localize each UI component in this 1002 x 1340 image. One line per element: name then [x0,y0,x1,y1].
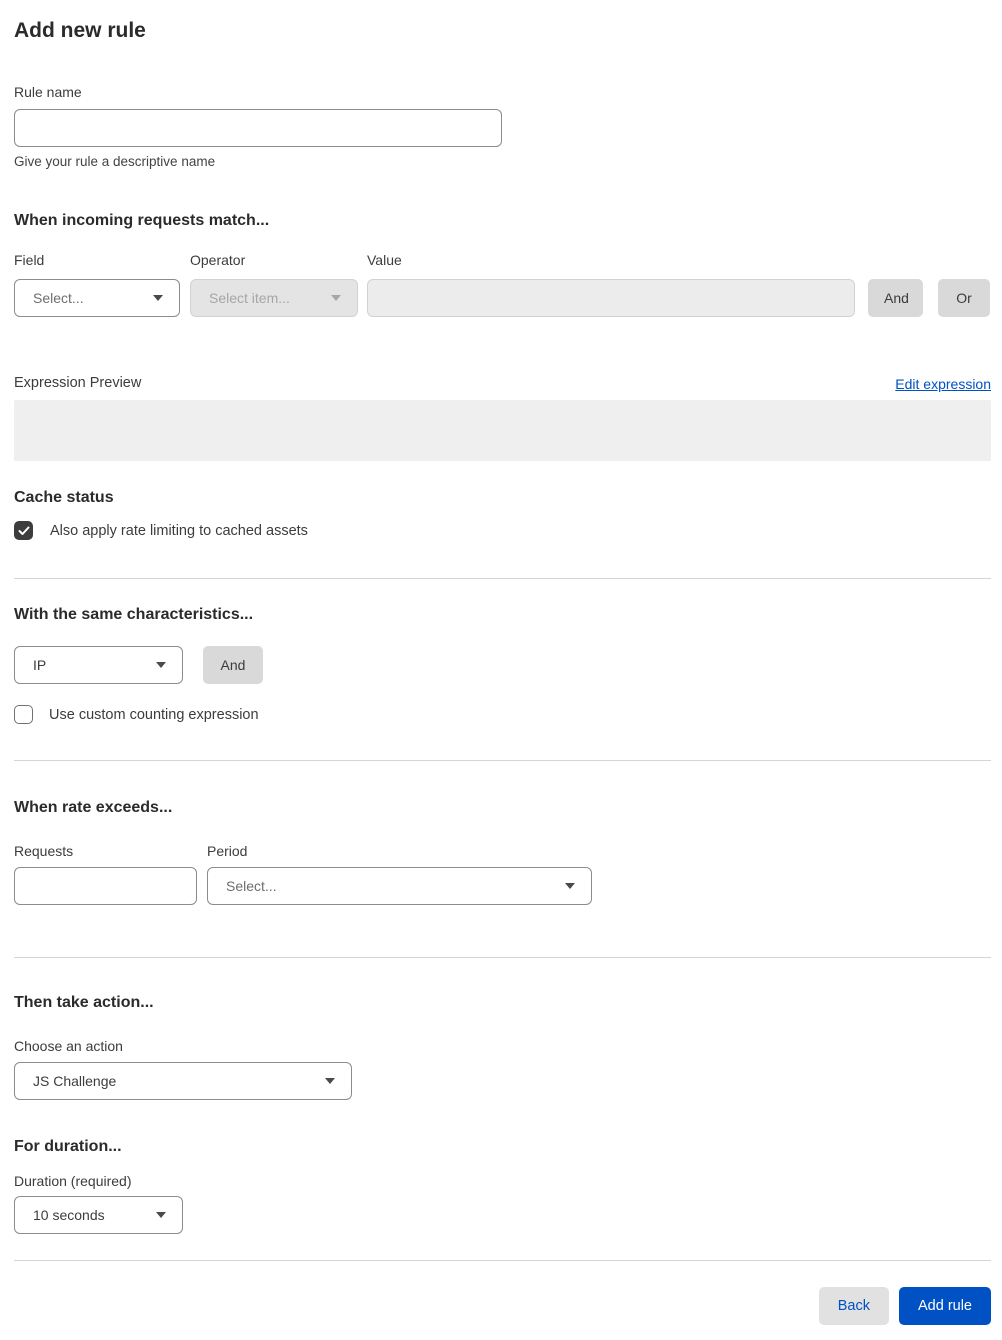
period-select-value: Select... [226,878,277,894]
counting-expression-checkbox-row: Use custom counting expression [14,705,991,724]
value-group: Value [367,252,855,317]
or-button[interactable]: Or [938,279,990,317]
chevron-down-icon [156,1212,166,1218]
back-button[interactable]: Back [818,1287,889,1325]
cached-assets-checkbox[interactable] [14,521,33,540]
add-new-rule-form: Add new rule Rule name Give your rule a … [0,0,1002,1325]
take-action-heading: Then take action... [14,994,154,1011]
and-button[interactable]: And [868,279,923,317]
field-group: Field Select... [14,252,180,317]
rule-name-group: Rule name Give your rule a descriptive n… [14,84,991,170]
rule-name-input[interactable] [14,109,502,147]
field-select-value: Select... [33,290,84,306]
rule-name-helper: Give your rule a descriptive name [14,154,216,169]
cached-assets-checkbox-label: Also apply rate limiting to cached asset… [50,522,308,539]
period-select[interactable]: Select... [207,867,592,905]
chevron-down-icon [331,295,341,301]
cache-status-heading: Cache status [14,489,114,506]
footer-divider [14,1260,991,1261]
action-select[interactable]: JS Challenge [14,1062,352,1100]
value-input[interactable] [367,279,855,317]
expression-preview-header: Expression Preview Edit expression [14,375,991,392]
rate-row: Requests Period Select... [14,843,991,905]
section-divider [14,957,991,958]
page-title: Add new rule [14,19,146,42]
add-rule-button[interactable]: Add rule [898,1287,991,1325]
section-divider [14,760,991,761]
chevron-down-icon [325,1078,335,1084]
cache-status-checkbox-row: Also apply rate limiting to cached asset… [14,521,991,540]
custom-counting-checkbox[interactable] [14,705,33,724]
footer-actions: Back Add rule [14,1287,991,1325]
check-icon [18,526,29,535]
chevron-down-icon [565,883,575,889]
duration-label: Duration (required) [14,1173,132,1189]
requests-label: Requests [14,843,74,859]
custom-counting-checkbox-label: Use custom counting expression [49,706,259,723]
characteristics-heading: With the same characteristics... [14,606,254,623]
match-section-heading: When incoming requests match... [14,212,270,229]
match-builder-row: Field Select... Operator Select item... … [14,252,991,317]
characteristic-select[interactable]: IP [14,646,183,684]
requests-input[interactable] [14,867,197,905]
period-group: Period Select... [207,843,592,905]
operator-group: Operator Select item... [190,252,358,317]
expression-preview-label: Expression Preview [14,375,142,391]
edit-expression-link[interactable]: Edit expression [895,376,991,392]
rate-exceeds-heading: When rate exceeds... [14,799,173,816]
period-label: Period [207,843,248,859]
operator-select-value: Select item... [209,290,290,306]
field-select[interactable]: Select... [14,279,180,317]
operator-select[interactable]: Select item... [190,279,358,317]
operator-label: Operator [190,252,246,268]
characteristic-select-value: IP [33,657,47,673]
choose-action-label: Choose an action [14,1038,123,1054]
action-select-value: JS Challenge [33,1073,117,1089]
chevron-down-icon [156,662,166,668]
duration-select[interactable]: 10 seconds [14,1196,183,1234]
value-label: Value [367,252,402,268]
field-label: Field [14,252,45,268]
rule-name-label: Rule name [14,84,82,100]
chevron-down-icon [153,295,163,301]
characteristics-and-button[interactable]: And [203,646,263,684]
requests-group: Requests [14,843,197,905]
for-duration-heading: For duration... [14,1138,122,1155]
duration-select-value: 10 seconds [33,1207,105,1223]
characteristics-row: IP And [14,646,991,684]
section-divider [14,578,991,579]
expression-preview-box [14,400,991,461]
